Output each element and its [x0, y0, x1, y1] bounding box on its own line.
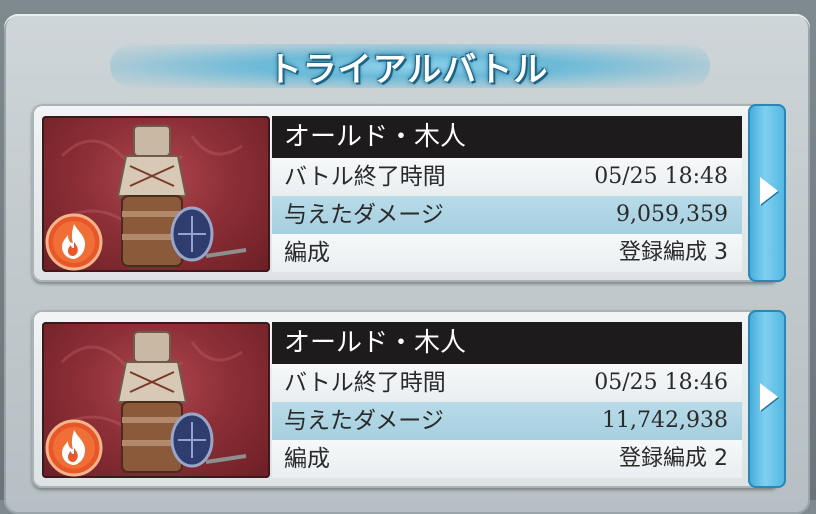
party-value: 登録編成 3: [619, 240, 728, 265]
damage-value: 11,742,938: [602, 408, 728, 433]
end-time-value: 05/25 18:46: [594, 370, 728, 395]
party-value: 登録編成 2: [619, 446, 728, 471]
battle-card-1[interactable]: オールド・木人 バトル終了時間 05/25 18:48 与えたダメージ 9,05…: [32, 104, 786, 282]
end-time-label: バトル終了時間: [284, 370, 446, 396]
open-battle-button[interactable]: [748, 104, 786, 282]
enemy-name: オールド・木人: [272, 322, 742, 364]
end-time-row: バトル終了時間 05/25 18:46: [272, 364, 742, 402]
damage-label: 与えたダメージ: [284, 408, 444, 434]
enemy-portrait: [42, 322, 270, 478]
enemy-name: オールド・木人: [272, 116, 742, 158]
party-row: 編成 登録編成 3: [272, 234, 742, 272]
party-label: 編成: [284, 446, 330, 472]
end-time-value: 05/25 18:48: [594, 164, 728, 189]
chevron-right-icon: [760, 383, 778, 411]
battle-info: オールド・木人 バトル終了時間 05/25 18:46 与えたダメージ 11,7…: [272, 322, 742, 478]
damage-label: 与えたダメージ: [284, 202, 444, 228]
battle-info: オールド・木人 バトル終了時間 05/25 18:48 与えたダメージ 9,05…: [272, 116, 742, 272]
end-time-row: バトル終了時間 05/25 18:48: [272, 158, 742, 196]
party-label: 編成: [284, 240, 330, 266]
open-battle-button[interactable]: [748, 310, 786, 488]
battle-card-2[interactable]: オールド・木人 バトル終了時間 05/25 18:46 与えたダメージ 11,7…: [32, 310, 786, 488]
damage-row: 与えたダメージ 9,059,359: [272, 196, 742, 234]
enemy-portrait: [42, 116, 270, 272]
page-title: トライアルバトル: [267, 50, 549, 90]
party-row: 編成 登録編成 2: [272, 440, 742, 478]
fire-element-icon: [45, 419, 103, 477]
fire-element-icon: [45, 213, 103, 271]
chevron-right-icon: [760, 177, 778, 205]
damage-row: 与えたダメージ 11,742,938: [272, 402, 742, 440]
end-time-label: バトル終了時間: [284, 164, 446, 190]
damage-value: 9,059,359: [616, 202, 728, 227]
